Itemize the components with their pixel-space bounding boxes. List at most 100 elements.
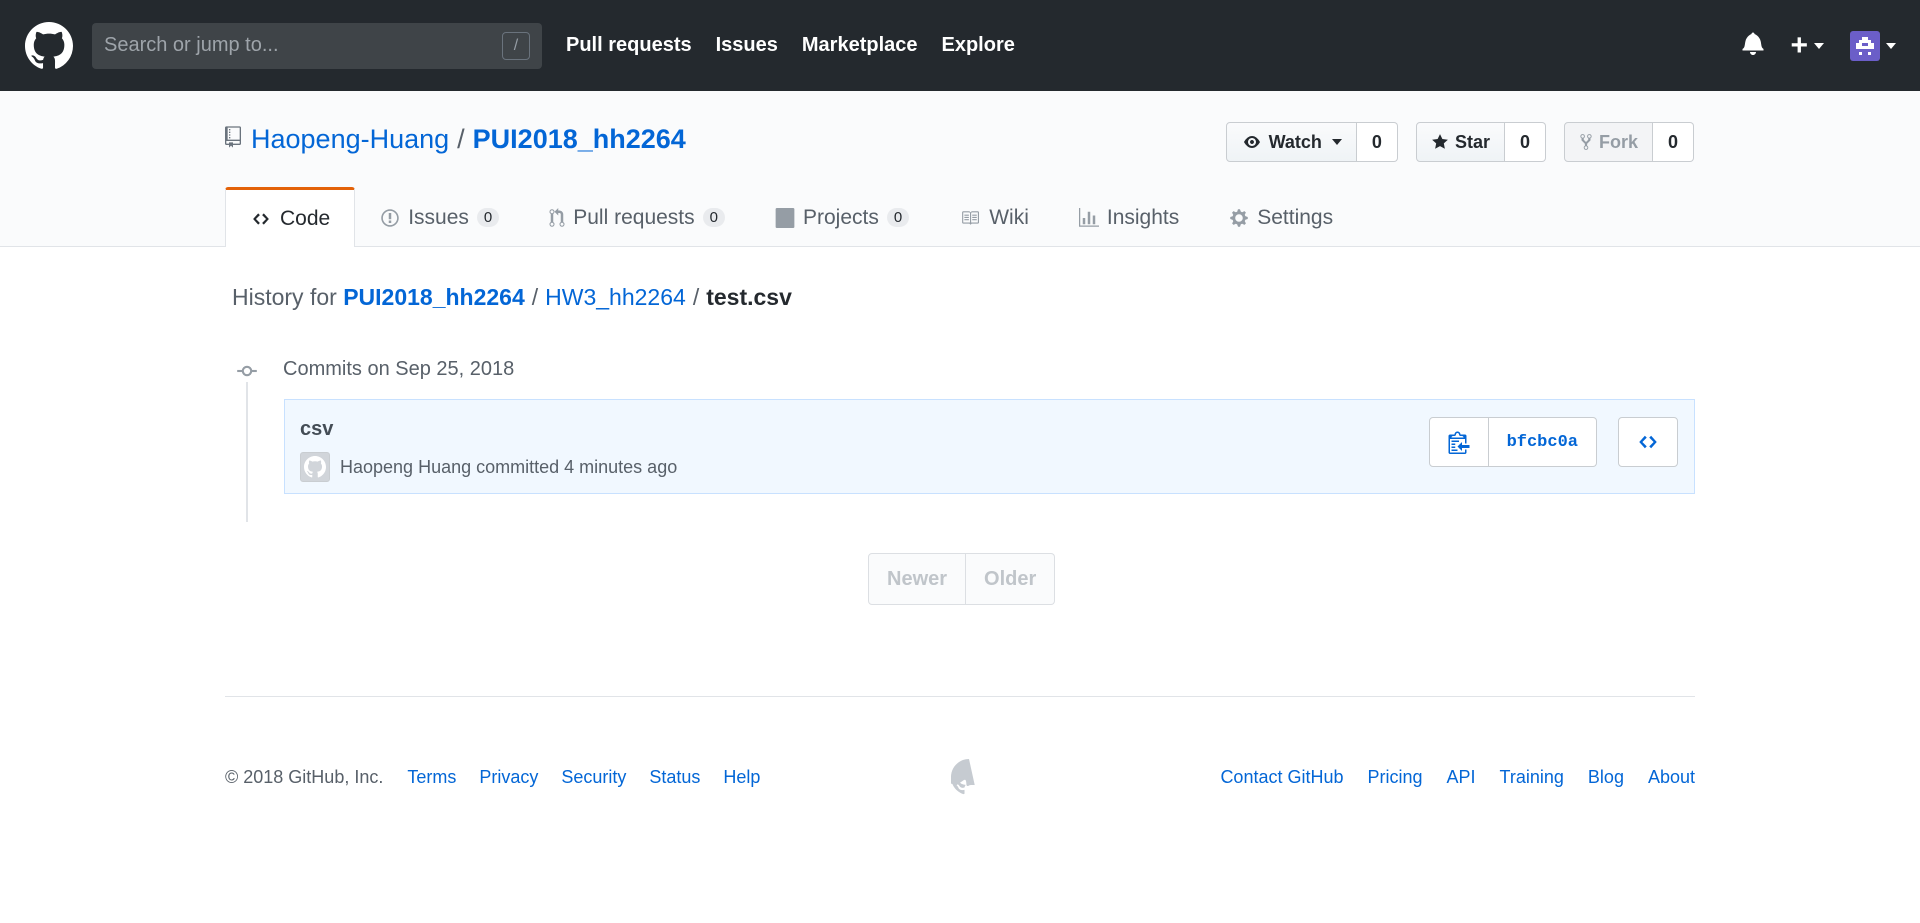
repo-actions: Watch 0 Star 0 Fork 0 [1225,122,1694,162]
avatar-icon [1850,30,1880,61]
code-icon [1639,435,1657,449]
tab-issues[interactable]: Issues 0 [355,187,524,247]
site-footer: © 2018 GitHub, Inc. Terms Privacy Securi… [225,757,1695,797]
footer-link-terms[interactable]: Terms [407,767,456,788]
github-logo-icon[interactable] [24,21,74,71]
fork-button[interactable]: Fork [1563,122,1653,162]
avatar[interactable] [300,452,330,482]
tab-label: Issues [408,205,469,229]
tab-label: Settings [1257,205,1334,229]
tab-insights[interactable]: Insights [1054,187,1204,247]
tab-label: Insights [1106,205,1180,229]
nav-explore[interactable]: Explore [942,34,1015,57]
issues-counter: 0 [476,208,500,227]
eye-icon [1243,136,1260,148]
repo-tabs: Code Issues 0 Pull requests 0 Projects 0… [225,187,1358,247]
create-new-dropdown[interactable]: + [1790,29,1824,63]
tab-code[interactable]: Code [225,187,356,247]
copy-sha-button[interactable] [1428,417,1489,467]
watch-count[interactable]: 0 [1356,122,1398,162]
history-prefix: History for [232,284,337,310]
footer-link-api[interactable]: API [1447,767,1476,788]
project-icon [775,207,795,228]
footer-link-contact[interactable]: Contact GitHub [1220,767,1343,788]
fork-count[interactable]: 0 [1652,122,1694,162]
footer-link-training[interactable]: Training [1500,767,1564,788]
fork-group: Fork 0 [1563,122,1694,162]
commit-timeline-icon [236,360,258,382]
global-header: / Pull requests Issues Marketplace Explo… [0,0,1920,91]
plus-icon: + [1790,28,1808,62]
commit-timeline-line [246,360,248,522]
older-button[interactable]: Older [966,553,1056,605]
watch-group: Watch 0 [1225,122,1398,162]
commit-author[interactable]: Haopeng Huang [340,457,471,477]
projects-counter: 0 [886,208,910,227]
footer-link-security[interactable]: Security [561,767,626,788]
repo-title: Haopeng-Huang / PUI2018_hh2264 [225,124,686,155]
pagination: Newer Older [868,553,1056,605]
chevron-down-icon [1331,139,1342,145]
history-breadcrumb: History for PUI2018_hh2264/HW3_hh2264/te… [232,284,792,311]
search-shortcut-key: / [502,31,530,60]
browse-repo-at-commit-button[interactable] [1618,417,1678,467]
tab-settings[interactable]: Settings [1204,187,1358,247]
star-icon [1432,134,1448,149]
star-label: Star [1454,131,1490,152]
footer-link-status[interactable]: Status [649,767,700,788]
user-menu-dropdown[interactable] [1850,30,1896,61]
path-separator: / [692,284,700,310]
search-box[interactable]: / [92,22,542,69]
tab-wiki[interactable]: Wiki [934,187,1054,247]
bell-icon[interactable] [1742,31,1764,60]
search-input[interactable] [104,34,502,57]
pull-requests-counter: 0 [702,208,725,227]
repo-name-link[interactable]: PUI2018_hh2264 [473,124,686,155]
repo-icon [225,124,241,155]
graph-icon [1078,207,1099,227]
footer-link-privacy[interactable]: Privacy [479,767,538,788]
code-icon [253,212,269,225]
commit-sha-group: bfcbc0a [1428,417,1597,467]
footer-link-about[interactable]: About [1648,767,1695,788]
tab-projects[interactable]: Projects 0 [750,187,934,247]
nav-issues[interactable]: Issues [716,34,778,57]
commit-message-link[interactable]: csv [300,418,333,441]
tab-label: Pull requests [573,205,695,229]
issue-icon [381,208,399,227]
tab-label: Code [280,206,331,230]
commits-date-heading: Commits on Sep 25, 2018 [283,358,515,380]
watch-button[interactable]: Watch [1225,122,1357,162]
footer-link-blog[interactable]: Blog [1588,767,1624,788]
path-separator: / [457,124,465,154]
header-actions: + [1742,0,1896,91]
github-mark-icon[interactable] [947,759,987,800]
fork-label: Fork [1598,131,1638,152]
repo-header: Haopeng-Huang / PUI2018_hh2264 Watch 0 S… [0,91,1920,247]
footer-link-help[interactable]: Help [723,767,760,788]
footer-right-links: Contact GitHub Pricing API Training Blog… [1196,757,1695,797]
path-separator: / [531,284,539,310]
clippy-icon [1448,431,1470,454]
commit-item: csv Haopeng Huang committed 4 minutes ag… [284,399,1695,494]
repo-owner-link[interactable]: Haopeng-Huang [251,124,449,155]
watch-label: Watch [1268,131,1322,152]
chevron-down-icon [1814,42,1824,49]
gear-icon [1230,208,1248,227]
star-button[interactable]: Star [1415,122,1505,162]
nav-marketplace[interactable]: Marketplace [802,34,918,57]
star-count[interactable]: 0 [1504,122,1546,162]
breadcrumb-folder-link[interactable]: HW3_hh2264 [545,284,686,310]
pull-request-icon [549,207,565,227]
tab-pull-requests[interactable]: Pull requests 0 [524,187,750,247]
newer-button[interactable]: Newer [868,553,967,605]
tab-label: Projects [803,205,879,229]
commit-sha-link[interactable]: bfcbc0a [1488,417,1597,467]
footer-copyright: © 2018 GitHub, Inc. [225,766,384,787]
chevron-down-icon [1886,42,1896,49]
breadcrumb-repo-link[interactable]: PUI2018_hh2264 [343,284,525,310]
footer-link-pricing[interactable]: Pricing [1368,767,1423,788]
fork-icon [1580,134,1592,150]
book-icon [962,210,980,225]
nav-pull-requests[interactable]: Pull requests [566,34,692,57]
